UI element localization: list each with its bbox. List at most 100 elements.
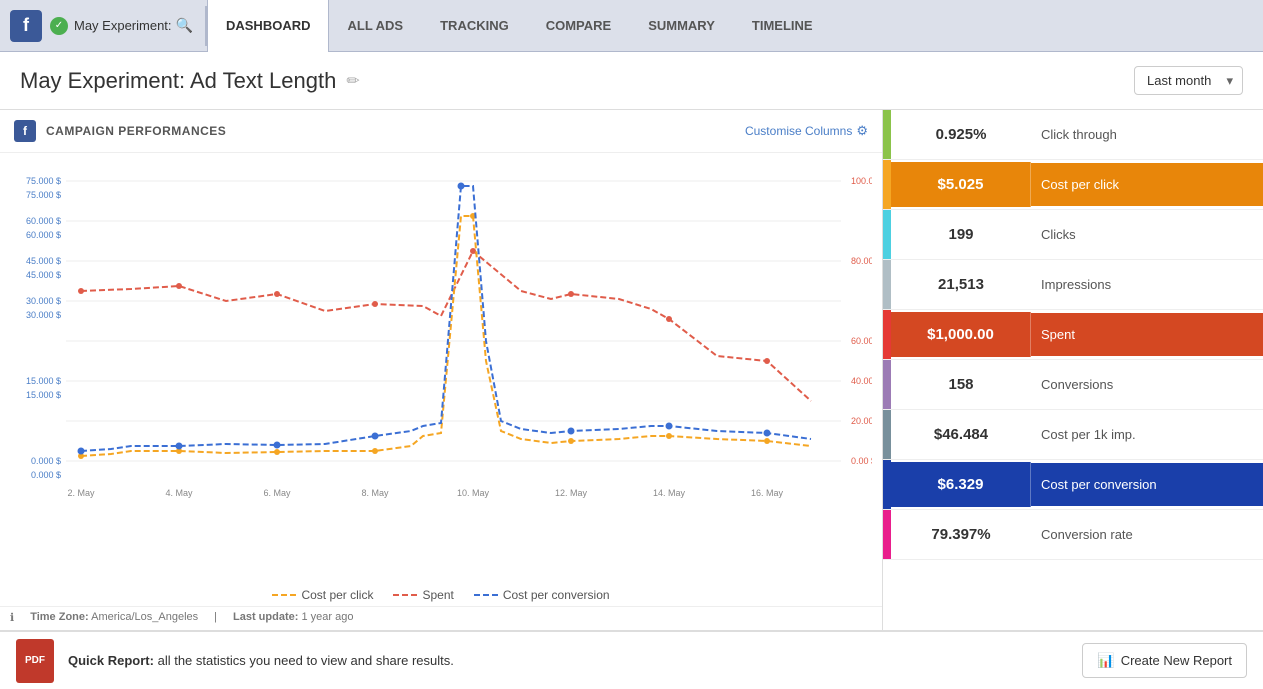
create-report-label: Create New Report	[1121, 653, 1232, 668]
svg-text:10. May: 10. May	[457, 488, 490, 498]
chart-svg: 75.000 $ 75.000 $ 60.000 $ 60.000 $ 45.0…	[10, 161, 872, 516]
metric-color-bar-1	[883, 160, 891, 209]
last-update: Last update: 1 year ago	[233, 611, 353, 624]
metric-color-bar-6	[883, 410, 891, 459]
svg-text:0.000 $: 0.000 $	[31, 456, 61, 466]
quick-report-prefix: Quick Report:	[68, 653, 154, 668]
info-icon: ℹ	[10, 611, 14, 624]
page-title-group: May Experiment: Ad Text Length ✏	[20, 68, 360, 94]
metric-color-bar-7	[883, 460, 891, 509]
svg-text:0.000 $: 0.000 $	[31, 470, 61, 480]
bottom-bar: PDF Quick Report: all the statistics you…	[0, 631, 1263, 689]
page-title: May Experiment: Ad Text Length	[20, 68, 336, 94]
date-filter[interactable]: Last month	[1134, 66, 1243, 95]
svg-text:60.000 $: 60.000 $	[26, 230, 61, 240]
metric-row-5[interactable]: 158Conversions	[883, 360, 1263, 410]
metrics-panel: 0.925%Click through$5.025Cost per click1…	[883, 110, 1263, 630]
svg-text:45.000 $: 45.000 $	[26, 270, 61, 280]
metric-value-7: $6.329	[891, 462, 1031, 507]
fb-small-icon: f	[14, 120, 36, 142]
metric-value-3: 21,513	[891, 276, 1031, 293]
svg-text:45.000 $: 45.000 $	[26, 256, 61, 266]
metric-row-8[interactable]: 79.397%Conversion rate	[883, 510, 1263, 560]
chart-section: f CAMPAIGN PERFORMANCES Customise Column…	[0, 110, 883, 630]
svg-text:15.000 $: 15.000 $	[26, 390, 61, 400]
chart-legend: Cost per click Spent Cost per conversion	[0, 582, 882, 606]
metric-label-0: Click through	[1031, 127, 1263, 142]
chart-header: f CAMPAIGN PERFORMANCES Customise Column…	[0, 110, 882, 153]
tab-tracking[interactable]: TRACKING	[422, 0, 528, 52]
page-header: May Experiment: Ad Text Length ✏ Last mo…	[0, 52, 1263, 110]
metric-color-bar-0	[883, 110, 891, 159]
metric-color-bar-8	[883, 510, 891, 559]
metric-label-4: Spent	[1031, 313, 1263, 356]
metric-row-3[interactable]: 21,513Impressions	[883, 260, 1263, 310]
svg-text:80.00 $: 80.00 $	[851, 256, 872, 266]
quick-report-text: Quick Report: all the statistics you nee…	[68, 653, 1068, 668]
tab-summary[interactable]: SUMMARY	[630, 0, 734, 52]
metric-label-2: Clicks	[1031, 227, 1263, 242]
customise-columns-button[interactable]: Customise Columns ⚙	[745, 123, 868, 139]
customise-label: Customise Columns	[745, 124, 852, 138]
svg-text:16. May: 16. May	[751, 488, 784, 498]
check-badge: ✓	[50, 17, 68, 35]
tab-dashboard[interactable]: DASHBOARD	[207, 0, 330, 52]
svg-text:60.000 $: 60.000 $	[26, 216, 61, 226]
svg-text:30.000 $: 30.000 $	[26, 310, 61, 320]
date-dropdown[interactable]: Last month	[1134, 66, 1243, 95]
tab-all-ads[interactable]: ALL ADS	[329, 0, 422, 52]
legend-spent: Spent	[393, 588, 453, 602]
chart-footer: ℹ Time Zone: America/Los_Angeles | Last …	[0, 606, 882, 630]
metric-value-4: $1,000.00	[891, 312, 1031, 357]
gear-icon: ⚙	[856, 123, 868, 139]
metric-label-8: Conversion rate	[1031, 527, 1263, 542]
legend-spent-label: Spent	[422, 588, 453, 602]
timezone-label: Time Zone: America/Los_Angeles	[30, 611, 198, 624]
metric-row-4[interactable]: $1,000.00Spent	[883, 310, 1263, 360]
metric-row-1[interactable]: $5.025Cost per click	[883, 160, 1263, 210]
edit-icon[interactable]: ✏	[346, 71, 359, 91]
metric-color-bar-2	[883, 210, 891, 259]
metric-label-5: Conversions	[1031, 377, 1263, 392]
create-new-report-button[interactable]: 📊 Create New Report	[1082, 643, 1247, 678]
main-content: f CAMPAIGN PERFORMANCES Customise Column…	[0, 110, 1263, 631]
metric-value-0: 0.925%	[891, 126, 1031, 143]
svg-text:4. May: 4. May	[165, 488, 193, 498]
svg-text:40.00 $: 40.00 $	[851, 376, 872, 386]
metric-value-1: $5.025	[891, 162, 1031, 207]
svg-text:12. May: 12. May	[555, 488, 588, 498]
metric-color-bar-5	[883, 360, 891, 409]
svg-text:0.00 $: 0.00 $	[851, 456, 872, 466]
metric-row-2[interactable]: 199Clicks	[883, 210, 1263, 260]
tab-compare[interactable]: COMPARE	[528, 0, 630, 52]
nav-tabs: DASHBOARD ALL ADS TRACKING COMPARE SUMMA…	[207, 0, 832, 52]
svg-text:30.000 $: 30.000 $	[26, 296, 61, 306]
svg-text:15.000 $: 15.000 $	[26, 376, 61, 386]
tab-timeline[interactable]: TIMELINE	[734, 0, 832, 52]
experiment-name: May Experiment:	[74, 18, 172, 33]
metric-value-5: 158	[891, 376, 1031, 393]
pdf-icon: PDF	[16, 639, 54, 683]
chart-section-title: CAMPAIGN PERFORMANCES	[46, 124, 226, 138]
metric-label-7: Cost per conversion	[1031, 463, 1263, 506]
metric-label-3: Impressions	[1031, 277, 1263, 292]
svg-text:6. May: 6. May	[263, 488, 291, 498]
chart-area: 75.000 $ 75.000 $ 60.000 $ 60.000 $ 45.0…	[0, 153, 882, 582]
svg-text:60.00 $: 60.00 $	[851, 336, 872, 346]
separator: |	[214, 611, 217, 624]
legend-cost-per-click-label: Cost per click	[301, 588, 373, 602]
metric-value-8: 79.397%	[891, 526, 1031, 543]
svg-text:75.000 $: 75.000 $	[26, 190, 61, 200]
svg-text:8. May: 8. May	[361, 488, 389, 498]
quick-report-description: all the statistics you need to view and …	[158, 653, 454, 668]
search-icon[interactable]: 🔍	[176, 17, 193, 34]
metric-row-7[interactable]: $6.329Cost per conversion	[883, 460, 1263, 510]
svg-text:20.00 $: 20.00 $	[851, 416, 872, 426]
top-navigation: f ✓ May Experiment: 🔍 DASHBOARD ALL ADS …	[0, 0, 1263, 52]
svg-text:14. May: 14. May	[653, 488, 686, 498]
metric-label-1: Cost per click	[1031, 163, 1263, 206]
bar-chart-icon: 📊	[1097, 652, 1114, 669]
metric-value-6: $46.484	[891, 426, 1031, 443]
metric-row-0[interactable]: 0.925%Click through	[883, 110, 1263, 160]
metric-row-6[interactable]: $46.484Cost per 1k imp.	[883, 410, 1263, 460]
